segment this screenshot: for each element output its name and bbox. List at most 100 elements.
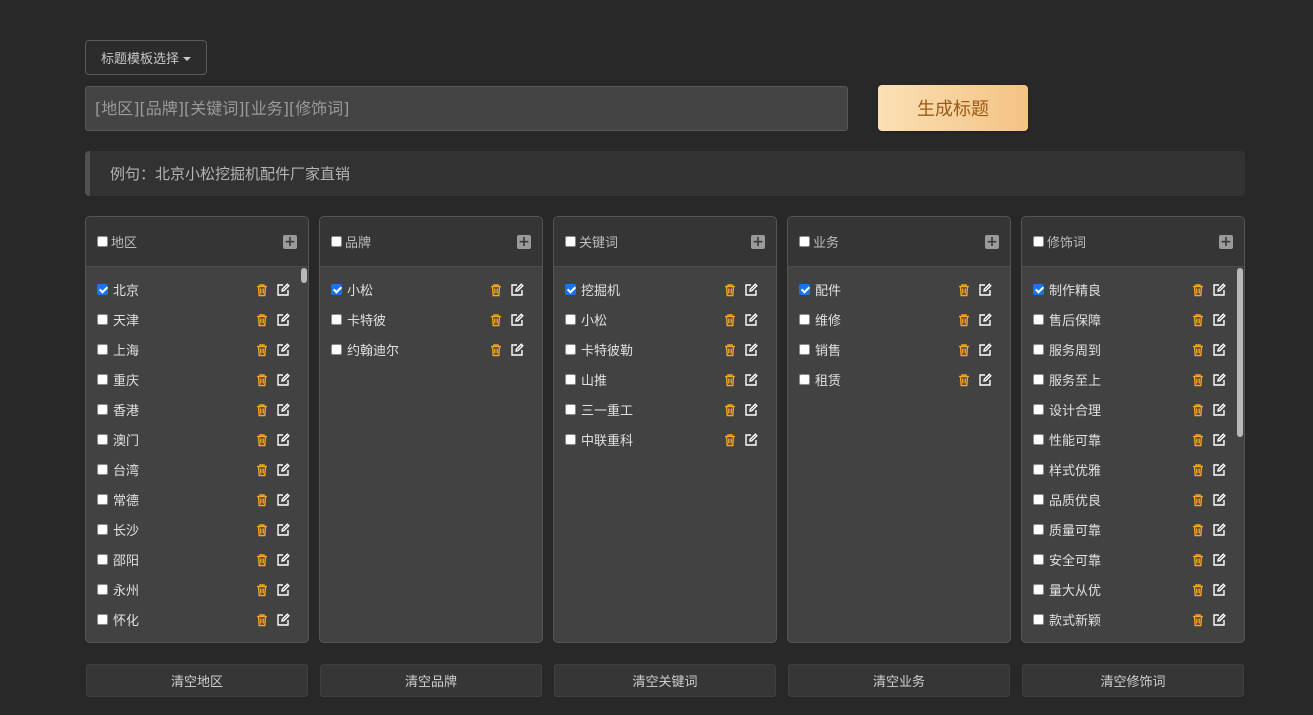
item-checkbox[interactable] (97, 523, 108, 535)
edit-icon[interactable] (1212, 552, 1226, 566)
trash-icon[interactable] (255, 342, 269, 357)
trash-icon[interactable] (957, 342, 971, 357)
item-checkbox[interactable] (1033, 403, 1044, 415)
item-checkbox[interactable] (331, 283, 342, 295)
add-item-icon[interactable]: + (517, 235, 531, 249)
edit-icon[interactable] (276, 462, 290, 476)
edit-icon[interactable] (276, 402, 290, 416)
trash-icon[interactable] (489, 342, 503, 357)
trash-icon[interactable] (957, 372, 971, 387)
trash-icon[interactable] (255, 432, 269, 447)
trash-icon[interactable] (1191, 282, 1205, 297)
item-checkbox[interactable] (97, 283, 108, 295)
trash-icon[interactable] (1191, 552, 1205, 567)
trash-icon[interactable] (1191, 492, 1205, 507)
item-checkbox[interactable] (97, 403, 108, 415)
item-checkbox[interactable] (799, 373, 810, 385)
edit-icon[interactable] (1212, 582, 1226, 596)
edit-icon[interactable] (744, 432, 758, 446)
item-checkbox[interactable] (1033, 283, 1044, 295)
edit-icon[interactable] (1212, 462, 1226, 476)
edit-icon[interactable] (978, 312, 992, 326)
edit-icon[interactable] (276, 522, 290, 536)
trash-icon[interactable] (723, 282, 737, 297)
edit-icon[interactable] (276, 282, 290, 296)
edit-icon[interactable] (744, 372, 758, 386)
item-checkbox[interactable] (565, 433, 576, 445)
trash-icon[interactable] (957, 282, 971, 297)
edit-icon[interactable] (276, 432, 290, 446)
trash-icon[interactable] (1191, 462, 1205, 477)
item-checkbox[interactable] (97, 463, 108, 475)
item-checkbox[interactable] (799, 313, 810, 325)
trash-icon[interactable] (489, 312, 503, 327)
edit-icon[interactable] (1212, 342, 1226, 356)
edit-icon[interactable] (276, 312, 290, 326)
clear-keyword-button[interactable]: 清空关键词 (554, 664, 776, 697)
trash-icon[interactable] (1191, 402, 1205, 417)
trash-icon[interactable] (255, 522, 269, 537)
trash-icon[interactable] (1191, 312, 1205, 327)
edit-icon[interactable] (1212, 282, 1226, 296)
edit-icon[interactable] (978, 342, 992, 356)
edit-icon[interactable] (510, 342, 524, 356)
generate-title-button[interactable]: 生成标题 (878, 85, 1028, 131)
select-all-checkbox[interactable] (97, 236, 108, 247)
item-checkbox[interactable] (799, 343, 810, 355)
trash-icon[interactable] (255, 612, 269, 627)
item-checkbox[interactable] (1033, 523, 1044, 535)
trash-icon[interactable] (255, 552, 269, 567)
trash-icon[interactable] (1191, 432, 1205, 447)
edit-icon[interactable] (744, 282, 758, 296)
item-checkbox[interactable] (97, 313, 108, 325)
select-all-checkbox[interactable] (1033, 236, 1044, 247)
item-checkbox[interactable] (1033, 493, 1044, 505)
trash-icon[interactable] (255, 582, 269, 597)
edit-icon[interactable] (276, 552, 290, 566)
trash-icon[interactable] (255, 462, 269, 477)
trash-icon[interactable] (255, 372, 269, 387)
edit-icon[interactable] (1212, 402, 1226, 416)
item-checkbox[interactable] (1033, 313, 1044, 325)
edit-icon[interactable] (744, 342, 758, 356)
trash-icon[interactable] (255, 312, 269, 327)
trash-icon[interactable] (255, 402, 269, 417)
trash-icon[interactable] (255, 282, 269, 297)
edit-icon[interactable] (978, 372, 992, 386)
edit-icon[interactable] (1212, 372, 1226, 386)
item-checkbox[interactable] (97, 583, 108, 595)
edit-icon[interactable] (276, 372, 290, 386)
edit-icon[interactable] (276, 492, 290, 506)
item-checkbox[interactable] (331, 343, 342, 355)
trash-icon[interactable] (1191, 612, 1205, 627)
edit-icon[interactable] (510, 312, 524, 326)
template-select-dropdown[interactable]: 标题模板选择 (85, 40, 207, 75)
clear-modifier-button[interactable]: 清空修饰词 (1022, 664, 1244, 697)
trash-icon[interactable] (1191, 342, 1205, 357)
item-checkbox[interactable] (1033, 613, 1044, 625)
clear-brand-button[interactable]: 清空品牌 (320, 664, 542, 697)
item-checkbox[interactable] (565, 343, 576, 355)
title-template-input[interactable] (85, 86, 848, 131)
item-checkbox[interactable] (1033, 553, 1044, 565)
trash-icon[interactable] (723, 432, 737, 447)
select-all-checkbox[interactable] (565, 236, 576, 247)
clear-business-button[interactable]: 清空业务 (788, 664, 1010, 697)
edit-icon[interactable] (1212, 522, 1226, 536)
clear-region-button[interactable]: 清空地区 (86, 664, 308, 697)
edit-icon[interactable] (1212, 312, 1226, 326)
item-checkbox[interactable] (565, 283, 576, 295)
item-checkbox[interactable] (97, 343, 108, 355)
trash-icon[interactable] (723, 372, 737, 387)
add-item-icon[interactable]: + (1219, 235, 1233, 249)
edit-icon[interactable] (744, 402, 758, 416)
edit-icon[interactable] (276, 582, 290, 596)
scrollbar[interactable] (1237, 268, 1243, 642)
item-checkbox[interactable] (565, 373, 576, 385)
trash-icon[interactable] (723, 402, 737, 417)
item-checkbox[interactable] (799, 283, 810, 295)
edit-icon[interactable] (510, 282, 524, 296)
add-item-icon[interactable]: + (985, 235, 999, 249)
add-item-icon[interactable]: + (751, 235, 765, 249)
item-checkbox[interactable] (97, 553, 108, 565)
